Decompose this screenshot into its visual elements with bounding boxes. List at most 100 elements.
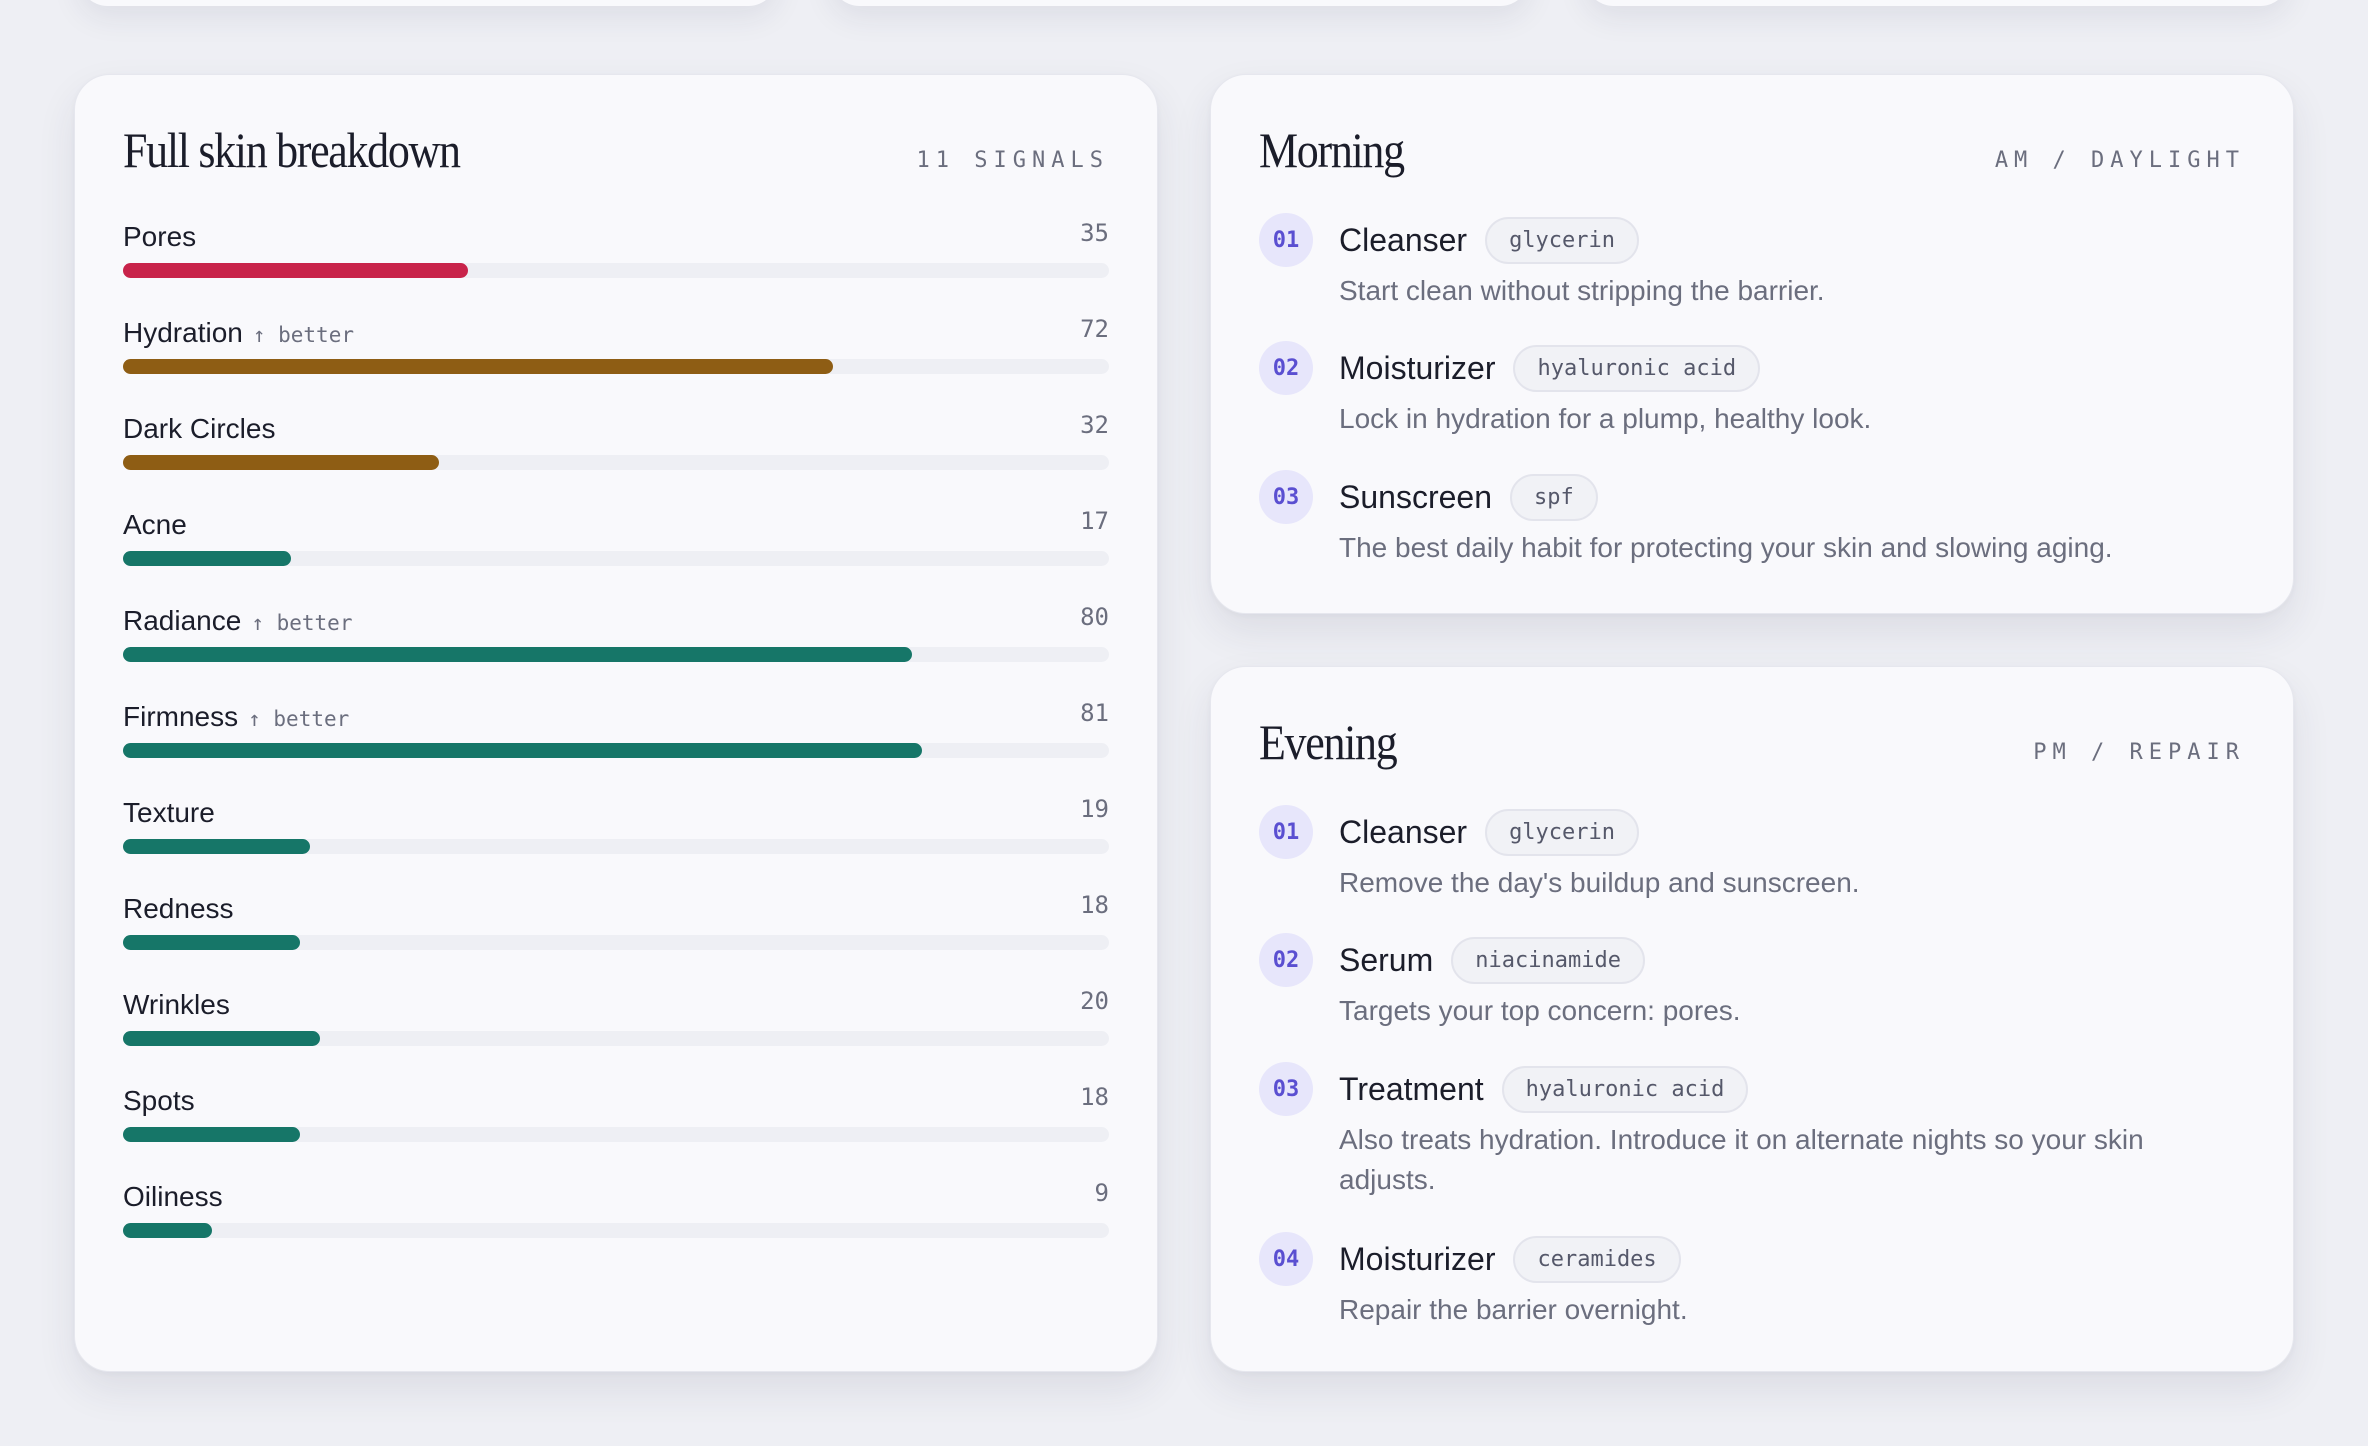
morning-title: Morning <box>1259 122 1405 178</box>
metric-label: Oiliness <box>123 1181 223 1212</box>
morning-step: 03 Sunscreen spf The best daily habit fo… <box>1259 470 2245 568</box>
metric-track <box>123 1223 1109 1238</box>
step-description: Repair the barrier overnight. <box>1339 1294 1688 1325</box>
metric-spots: Spots 18 <box>123 1073 1109 1153</box>
step-name: Cleanser <box>1339 221 1468 258</box>
metric-track <box>123 263 1109 278</box>
morning-header: Morning AM / DAYLIGHT <box>1259 121 2245 179</box>
metric-label: Acne <box>123 509 187 540</box>
metric-fill <box>123 455 439 470</box>
metric-redness: Redness 18 <box>123 881 1109 961</box>
metric-track <box>123 935 1109 950</box>
metric-hydration: Hydration ↑ better 72 <box>123 305 1109 385</box>
breakdown-title: Full skin breakdown <box>123 122 461 178</box>
metric-label: Texture <box>123 797 215 828</box>
ingredient-pill: glycerin <box>1485 216 1640 264</box>
step-number-badge: 02 <box>1259 341 1313 395</box>
step-name: Treatment <box>1339 1070 1484 1107</box>
metric-trend: ↑ better <box>248 707 350 731</box>
metric-value: 35 <box>1080 219 1109 247</box>
metric-track <box>123 839 1109 854</box>
metric-value: 80 <box>1080 603 1109 631</box>
metric-fill <box>123 1127 301 1142</box>
metric-dark-circles: Dark Circles 32 <box>123 401 1109 481</box>
metric-fill <box>123 359 833 374</box>
step-name: Sunscreen <box>1339 478 1492 515</box>
morning-routine-card: Morning AM / DAYLIGHT 01 Cleanser glycer… <box>1210 74 2294 614</box>
metric-track <box>123 647 1109 662</box>
metric-fill <box>123 1031 321 1046</box>
step-number-badge: 01 <box>1259 805 1313 859</box>
metric-value: 81 <box>1080 699 1109 727</box>
ingredient-pill: hyaluronic acid <box>1501 1065 1749 1113</box>
metric-trend: ↑ better <box>251 611 353 635</box>
metric-texture: Texture 19 <box>123 785 1109 865</box>
ingredient-pill: niacinamide <box>1451 936 1645 984</box>
metric-label: Dark Circles <box>123 413 276 444</box>
metric-value: 72 <box>1080 315 1109 343</box>
step-number-badge: 03 <box>1259 470 1313 524</box>
step-name: Cleanser <box>1339 813 1468 850</box>
step-description: Lock in hydration for a plump, healthy l… <box>1339 403 1872 434</box>
card-top-left-partial <box>78 0 778 6</box>
evening-routine-card: Evening PM / REPAIR 01 Cleanser glycerin… <box>1210 666 2294 1372</box>
metric-fill <box>123 551 291 566</box>
metric-firmness: Firmness ↑ better 81 <box>123 689 1109 769</box>
ingredient-pill: hyaluronic acid <box>1513 344 1761 392</box>
card-top-middle-partial <box>830 0 1530 6</box>
metric-track <box>123 359 1109 374</box>
morning-meta: AM / DAYLIGHT <box>1994 148 2245 173</box>
metric-track <box>123 455 1109 470</box>
metric-value: 19 <box>1080 795 1109 823</box>
card-top-right-partial <box>1584 0 2290 6</box>
evening-step: 04 Moisturizer ceramides Repair the barr… <box>1259 1232 2245 1330</box>
metric-label: Hydration ↑ better <box>123 317 354 348</box>
metric-label: Redness <box>123 893 234 924</box>
step-name: Moisturizer <box>1339 1240 1496 1277</box>
evening-header: Evening PM / REPAIR <box>1259 713 2245 771</box>
ingredient-pill: glycerin <box>1485 808 1640 856</box>
metric-value: 17 <box>1080 507 1109 535</box>
metric-acne: Acne 17 <box>123 497 1109 577</box>
evening-step: 01 Cleanser glycerin Remove the day's bu… <box>1259 805 2245 903</box>
metric-value: 32 <box>1080 411 1109 439</box>
metric-label: Radiance ↑ better <box>123 605 353 636</box>
step-name: Moisturizer <box>1339 349 1496 386</box>
metric-track <box>123 1127 1109 1142</box>
metric-label: Firmness ↑ better <box>123 701 350 732</box>
step-number-badge: 02 <box>1259 933 1313 987</box>
morning-step: 02 Moisturizer hyaluronic acid Lock in h… <box>1259 341 2245 439</box>
step-description: Also treats hydration. Introduce it on a… <box>1339 1124 2144 1195</box>
metric-label: Wrinkles <box>123 989 230 1020</box>
step-number-badge: 03 <box>1259 1062 1313 1116</box>
metric-label: Pores <box>123 221 197 252</box>
step-description: Start clean without stripping the barrie… <box>1339 275 1825 306</box>
metric-value: 18 <box>1080 1083 1109 1111</box>
step-description: Remove the day's buildup and sunscreen. <box>1339 867 1860 898</box>
metric-value: 9 <box>1094 1179 1109 1207</box>
metric-fill <box>123 263 469 278</box>
metric-fill <box>123 743 922 758</box>
metric-fill <box>123 1223 212 1238</box>
step-number-badge: 04 <box>1259 1232 1313 1286</box>
metric-fill <box>123 935 301 950</box>
evening-title: Evening <box>1259 714 1398 770</box>
morning-step: 01 Cleanser glycerin Start clean without… <box>1259 213 2245 311</box>
metric-oiliness: Oiliness 9 <box>123 1169 1109 1249</box>
metric-fill <box>123 647 912 662</box>
skin-breakdown-card: Full skin breakdown 11 SIGNALS Pores 35 … <box>74 74 1158 1372</box>
breakdown-signal-count: 11 SIGNALS <box>916 148 1109 173</box>
metric-trend: ↑ better <box>252 323 354 347</box>
metric-pores: Pores 35 <box>123 209 1109 289</box>
evening-step: 03 Treatment hyaluronic acid Also treats… <box>1259 1062 2245 1200</box>
step-description: The best daily habit for protecting your… <box>1339 532 2113 563</box>
evening-step: 02 Serum niacinamide Targets your top co… <box>1259 933 2245 1031</box>
metric-label: Spots <box>123 1085 195 1116</box>
ingredient-pill: spf <box>1509 473 1598 521</box>
metric-value: 18 <box>1080 891 1109 919</box>
ingredient-pill: ceramides <box>1513 1235 1681 1283</box>
page: Full skin breakdown 11 SIGNALS Pores 35 … <box>0 0 2368 1446</box>
step-number-badge: 01 <box>1259 213 1313 267</box>
evening-meta: PM / REPAIR <box>2033 740 2245 765</box>
metric-radiance: Radiance ↑ better 80 <box>123 593 1109 673</box>
